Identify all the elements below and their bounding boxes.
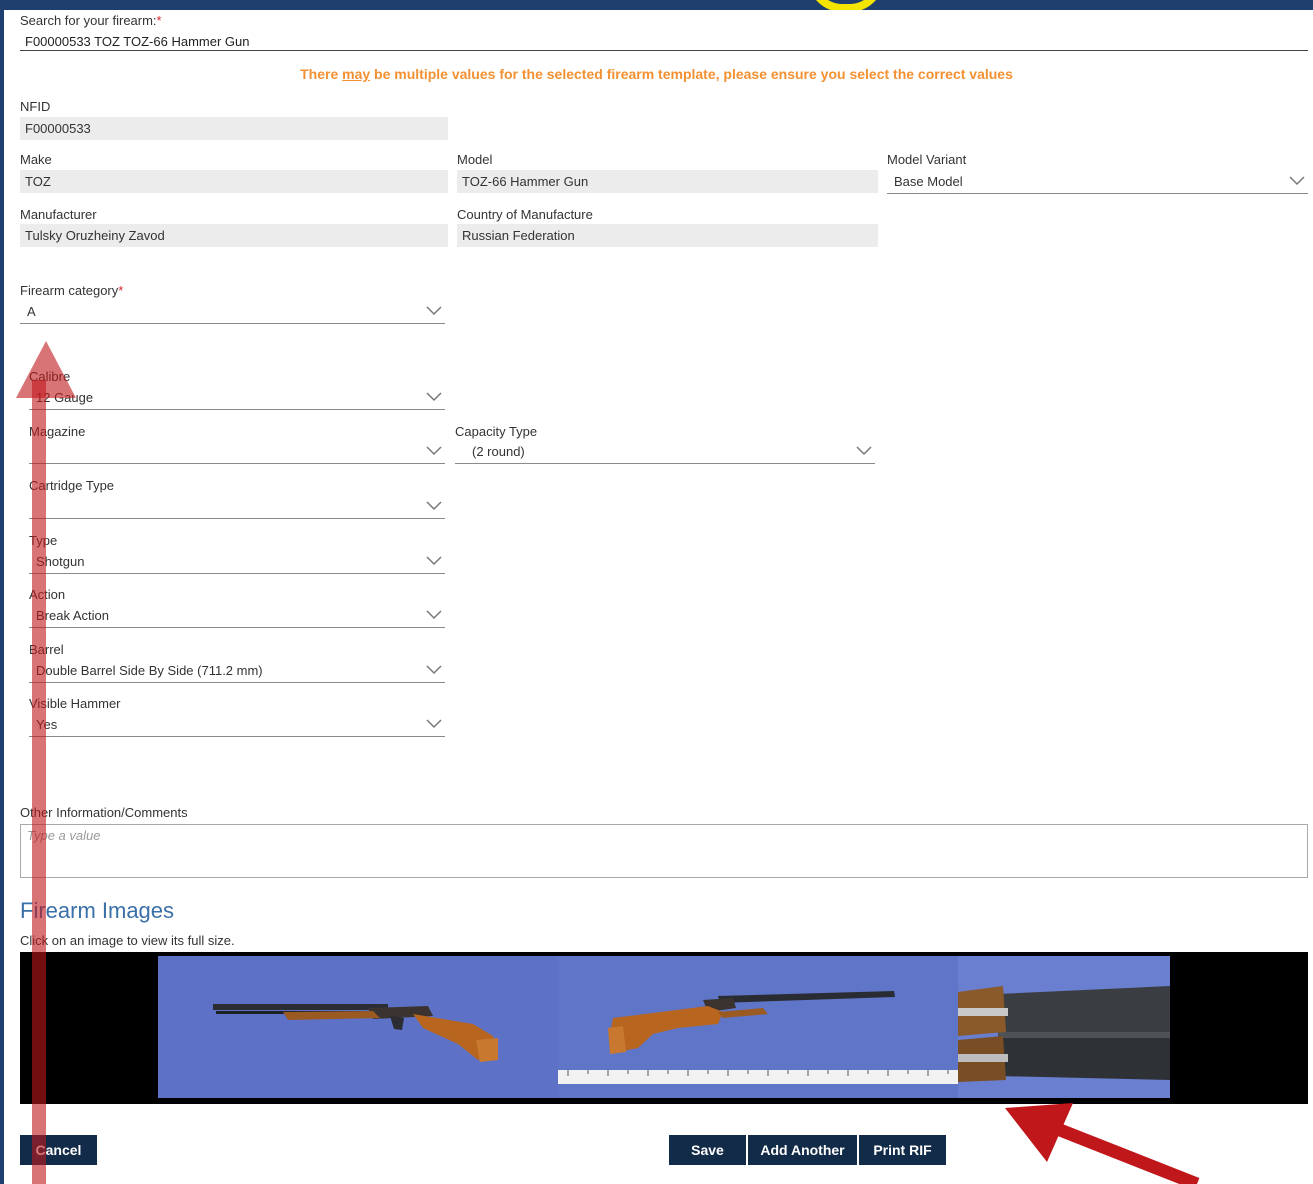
model-label: Model [457,152,493,167]
cartridge-type-label: Cartridge Type [29,478,115,493]
chevron-down-icon [426,306,442,316]
chevron-down-icon [426,501,442,511]
cartridge-type-select[interactable] [29,495,445,519]
calibre-select[interactable]: 12 Gauge [29,386,445,410]
nfid-field: F00000533 [20,117,448,140]
capacity-type-select[interactable]: (2 round) [455,440,875,464]
left-edge [0,0,4,1184]
make-label: Make [20,152,52,167]
save-button[interactable]: Save [669,1135,746,1165]
model-variant-label: Model Variant [887,152,967,167]
red-arrow-icon [1005,1103,1200,1184]
model-variant-select[interactable]: Base Model [887,170,1308,194]
nfid-label: NFID [20,99,51,114]
action-label: Action [29,587,66,602]
cancel-button[interactable]: Cancel [20,1135,97,1165]
chevron-down-icon [426,556,442,566]
action-value: Break Action [36,608,109,623]
chevron-down-icon [1289,176,1305,186]
chevron-down-icon [856,446,872,456]
capacity-type-value: (2 round) [472,444,525,459]
category-value: A [27,304,36,319]
warning-prefix: There [300,66,343,82]
manufacturer-field: Tulsky Oruzheiny Zavod [20,224,448,247]
firearm-images-title: Firearm Images [20,898,175,923]
chevron-down-icon [426,665,442,675]
model-field: TOZ-66 Hammer Gun [457,170,878,193]
firearm-photo-3[interactable] [958,956,1170,1098]
category-label: Firearm category* [20,283,123,298]
calibre-value: 12 Gauge [36,390,94,405]
search-label-text: Search for your firearm: [20,13,157,28]
search-input[interactable]: F00000533 TOZ TOZ-66 Hammer Gun [25,34,249,49]
firearm-photo-2[interactable] [558,956,958,1098]
capacity-type-label: Capacity Type [455,424,538,439]
visible-hammer-select[interactable]: Yes [29,713,445,737]
firearm-photo-1[interactable] [158,956,558,1098]
comments-label: Other Information/Comments [20,805,188,820]
barrel-value: Double Barrel Side By Side (711.2 mm) [36,663,263,678]
country-label: Country of Manufacture [457,207,593,222]
required-mark: * [118,283,124,298]
category-select[interactable]: A [20,300,445,324]
required-mark: * [156,13,162,28]
magazine-label: Magazine [29,424,86,439]
header-band [0,0,1313,10]
barrel-select[interactable]: Double Barrel Side By Side (711.2 mm) [29,659,445,683]
title-glyph-fragment [808,0,884,10]
search-underline [20,50,1308,51]
type-value: Shotgun [36,554,85,569]
visible-hammer-label: Visible Hammer [29,696,121,711]
make-field: TOZ [20,170,448,193]
add-another-button[interactable]: Add Another [748,1135,857,1165]
image-strip [20,952,1308,1104]
warning-suffix: be multiple values for the selected fire… [370,66,1013,82]
chevron-down-icon [426,392,442,402]
print-rif-button[interactable]: Print RIF [859,1135,946,1165]
comments-field[interactable] [20,824,1308,878]
country-field: Russian Federation [457,224,878,247]
type-label: Type [29,533,58,548]
action-select[interactable]: Break Action [29,604,445,628]
manufacturer-label: Manufacturer [20,207,97,222]
type-select[interactable]: Shotgun [29,550,445,574]
template-warning: There may be multiple values for the sel… [0,66,1313,82]
chevron-down-icon [426,610,442,620]
chevron-down-icon [426,719,442,729]
calibre-label: Calibre [29,369,71,384]
visible-hammer-value: Yes [36,717,58,732]
category-label-text: Firearm category [20,283,119,298]
comments-input[interactable] [21,825,1307,846]
model-variant-value: Base Model [894,174,963,189]
search-label: Search for your firearm:* [20,13,162,28]
chevron-down-icon [426,446,442,456]
images-hint: Click on an image to view its full size. [20,933,235,948]
barrel-label: Barrel [29,642,64,657]
warning-emphasis: may [342,66,371,82]
magazine-select[interactable] [29,440,445,464]
